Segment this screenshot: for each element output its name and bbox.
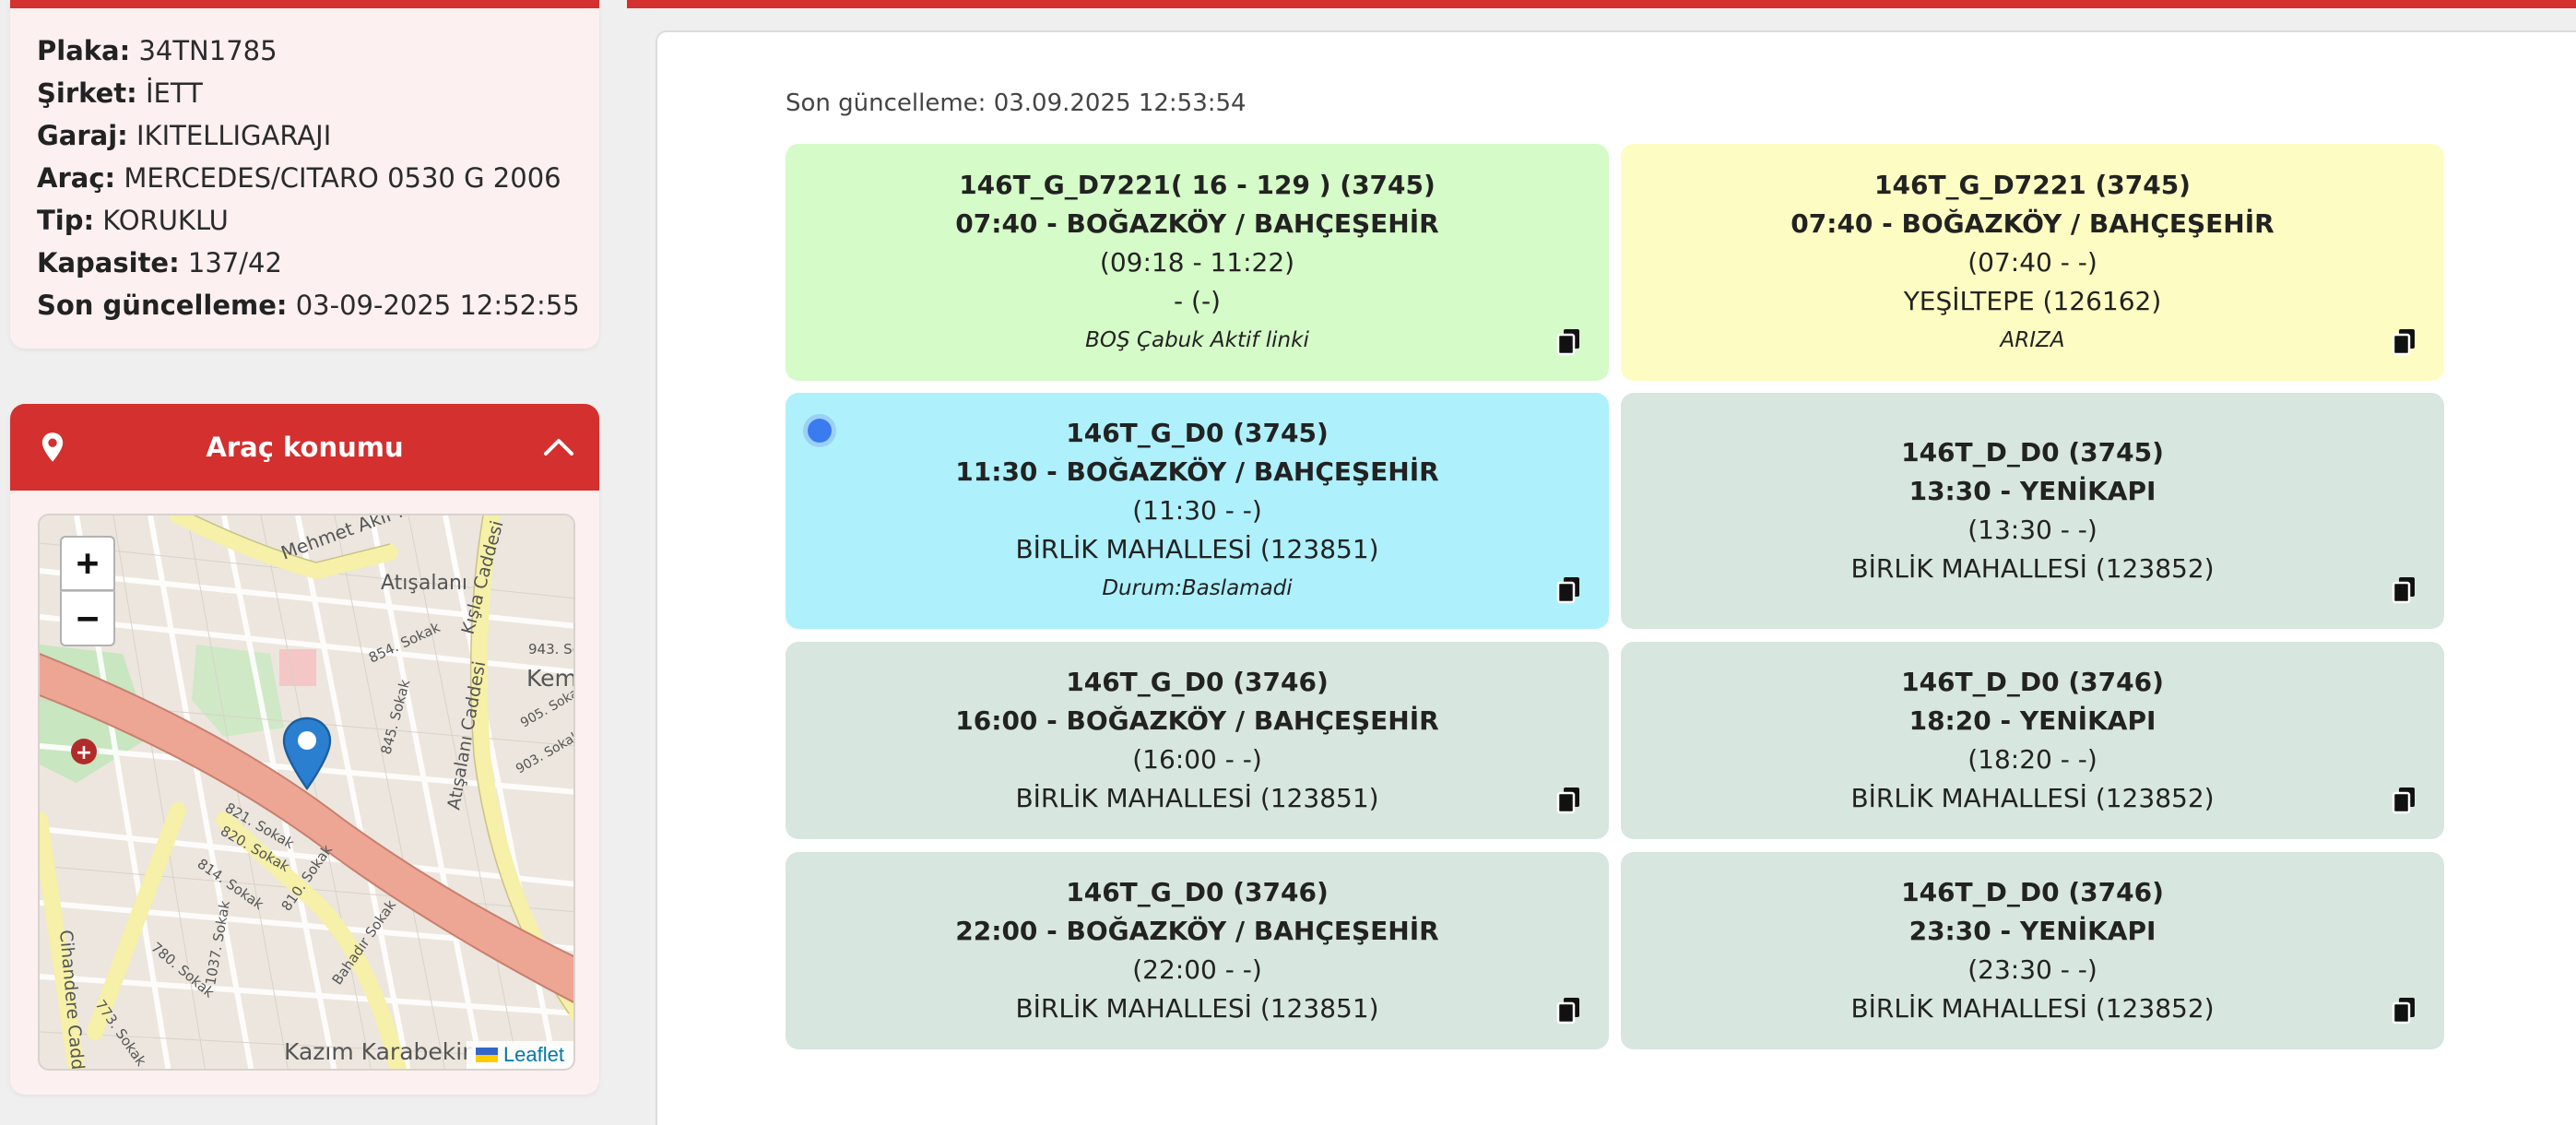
trip-departure: 18:20 - YENİKAPI	[1908, 705, 2157, 736]
trip-status-note: ARIZA	[2000, 327, 2065, 352]
trip-card[interactable]: 146T_D_D0 (3746) 23:30 - YENİKAPI (23:30 -…	[1621, 852, 2444, 1049]
trip-stop: BİRLİK MAHALLESİ (123852)	[1850, 783, 2215, 813]
trip-route-code: 146T_D_D0 (3745)	[1901, 437, 2164, 468]
trip-route-code: 146T_G_D0 (3746)	[1066, 877, 1329, 907]
info-garaj: Garaj: IKITELLIGARAJI	[37, 114, 331, 157]
trip-departure: 16:00 - BOĞAZKÖY / BAHÇEŞEHİR	[955, 705, 1439, 736]
zoom-in-button[interactable]: +	[60, 536, 115, 591]
info-plaka-label: Plaka:	[37, 35, 131, 66]
copy-icon[interactable]	[2391, 327, 2418, 357]
trip-time-range: (23:30 - -)	[1967, 954, 2097, 985]
vehicle-location-panel: Araç konumu Atışalanı Kışla Caddesi Kem …	[10, 404, 599, 1095]
info-sirket-label: Şirket:	[37, 77, 137, 109]
map-label-943: 943. Sokak	[528, 641, 575, 657]
last-update-text: Son güncelleme: 03.09.2025 12:53:54	[786, 89, 1247, 117]
trip-time-range: (09:18 - 11:22)	[1099, 246, 1295, 278]
map-view[interactable]: Mehmet Akif İnan Atışalanı Kışla Caddesi…	[38, 514, 575, 1071]
copy-icon[interactable]	[2391, 996, 2418, 1025]
trip-route-code: 146T_G_D0 (3746)	[1066, 667, 1329, 697]
trip-stop: YEŞİLTEPE (126162)	[1903, 285, 2162, 316]
info-tip: Tip: KORUKLU	[37, 199, 229, 242]
info-plaka: Plaka: 34TN1785	[37, 30, 278, 72]
map-tiles: Mehmet Akif İnan Atışalanı Kışla Caddesi…	[40, 515, 575, 1069]
trip-departure: 13:30 - YENİKAPI	[1908, 476, 2157, 506]
map-label-kemer: Kemer	[526, 665, 575, 692]
copy-icon[interactable]	[1555, 575, 1583, 605]
map-attribution[interactable]: Leaflet	[466, 1041, 573, 1069]
svg-text:+: +	[76, 741, 92, 764]
vehicle-info-card: Plaka: 34TN1785 Şirket: İETT Garaj: IKIT…	[10, 0, 599, 349]
leaflet-link[interactable]: Leaflet	[503, 1043, 564, 1067]
trip-status-note: Durum:Baslamadi	[1102, 576, 1293, 600]
info-arac-value: MERCEDES/CITARO 0530 G 2006	[124, 162, 561, 194]
trip-card[interactable]: 146T_G_D7221 (3745) 07:40 - BOĞAZKÖY / BA…	[1621, 144, 2444, 381]
trip-stop: BİRLİK MAHALLESİ (123852)	[1850, 993, 2215, 1024]
trip-card[interactable]: 146T_G_D0 (3746) 22:00 - BOĞAZKÖY / BAHÇE…	[786, 852, 1609, 1049]
trip-route-code: 146T_G_D7221( 16 - 129 ) (3745)	[959, 169, 1436, 200]
copy-icon[interactable]	[1555, 327, 1583, 357]
trip-departure: 22:00 - BOĞAZKÖY / BAHÇEŞEHİR	[955, 916, 1439, 946]
info-sirket: Şirket: İETT	[37, 72, 203, 114]
trip-card[interactable]: 146T_G_D0 (3746) 16:00 - BOĞAZKÖY / BAHÇE…	[786, 642, 1609, 839]
info-garaj-label: Garaj:	[37, 120, 128, 151]
copy-icon[interactable]	[2391, 786, 2418, 815]
trip-departure: 07:40 - BOĞAZKÖY / BAHÇEŞEHİR	[1790, 207, 2275, 239]
info-tip-value: KORUKLU	[102, 205, 229, 236]
map-marker-icon[interactable]	[281, 716, 333, 790]
trip-card[interactable]: 146T_D_D0 (3746) 18:20 - YENİKAPI (18:20 -…	[1621, 642, 2444, 839]
trip-card[interactable]: 146T_G_D0 (3745) 11:30 - BOĞAZKÖY / BAHÇE…	[786, 393, 1609, 629]
trip-time-range: (16:00 - -)	[1132, 744, 1262, 775]
ukraine-flag-icon	[475, 1048, 498, 1062]
trip-stop: - (-)	[1174, 285, 1221, 316]
copy-icon[interactable]	[1555, 996, 1583, 1025]
info-son-guncelleme-value: 03-09-2025 12:52:55	[295, 290, 580, 321]
map-label-kazim-karabekir: Kazım Karabekir	[284, 1038, 472, 1065]
trip-departure: 07:40 - BOĞAZKÖY / BAHÇEŞEHİR	[955, 207, 1439, 239]
info-son-guncelleme: Son güncelleme: 03-09-2025 12:52:55	[37, 284, 580, 326]
trip-status-note: BOŞ Çabuk Aktif linki	[1085, 327, 1309, 352]
trip-route-code: 146T_G_D0 (3745)	[1066, 418, 1329, 448]
info-plaka-value: 34TN1785	[138, 35, 278, 66]
trip-route-code: 146T_G_D7221 (3745)	[1874, 169, 2191, 200]
map-label-atisalani: Atışalanı	[381, 572, 467, 595]
trip-stop: BİRLİK MAHALLESİ (123851)	[1015, 783, 1379, 813]
trip-route-code: 146T_D_D0 (3746)	[1901, 877, 2164, 907]
trip-stop: BİRLİK MAHALLESİ (123851)	[1015, 993, 1379, 1024]
info-arac: Araç: MERCEDES/CITARO 0530 G 2006	[37, 157, 561, 199]
info-son-guncelleme-label: Son güncelleme:	[37, 290, 288, 321]
trip-card[interactable]: 146T_D_D0 (3745) 13:30 - YENİKAPI (13:30 -…	[1621, 393, 2444, 629]
copy-icon[interactable]	[2391, 575, 2418, 605]
info-arac-label: Araç:	[37, 162, 116, 194]
trip-departure: 23:30 - YENİKAPI	[1908, 916, 2157, 946]
trip-route-code: 146T_D_D0 (3746)	[1901, 667, 2164, 697]
info-sirket-value: İETT	[145, 77, 203, 109]
trip-time-range: (13:30 - -)	[1967, 515, 2097, 545]
trip-card[interactable]: 146T_G_D7221( 16 - 129 ) (3745) 07:40 - B…	[786, 144, 1609, 381]
card-accent-bar	[10, 0, 599, 8]
info-garaj-value: IKITELLIGARAJI	[136, 120, 332, 151]
main-accent-bar	[627, 0, 2576, 8]
info-kapasite-label: Kapasite:	[37, 247, 180, 278]
map-panel-header[interactable]: Araç konumu	[10, 404, 599, 491]
map-panel-title: Araç konumu	[206, 432, 404, 463]
trip-time-range: (07:40 - -)	[1967, 246, 2097, 278]
trip-time-range: (18:20 - -)	[1967, 744, 2097, 775]
trip-stop: BİRLİK MAHALLESİ (123851)	[1015, 534, 1379, 564]
info-kapasite: Kapasite: 137/42	[37, 242, 282, 284]
zoom-out-button[interactable]: −	[60, 591, 115, 646]
trip-time-range: (11:30 - -)	[1132, 495, 1262, 526]
active-dot-icon	[808, 419, 832, 443]
copy-icon[interactable]	[1555, 786, 1583, 815]
trip-time-range: (22:00 - -)	[1132, 954, 1262, 985]
trip-stop: BİRLİK MAHALLESİ (123852)	[1850, 553, 2215, 584]
trip-departure: 11:30 - BOĞAZKÖY / BAHÇEŞEHİR	[955, 456, 1439, 487]
info-kapasite-value: 137/42	[187, 247, 282, 278]
chevron-up-icon[interactable]	[542, 435, 575, 457]
info-tip-label: Tip:	[37, 205, 95, 236]
